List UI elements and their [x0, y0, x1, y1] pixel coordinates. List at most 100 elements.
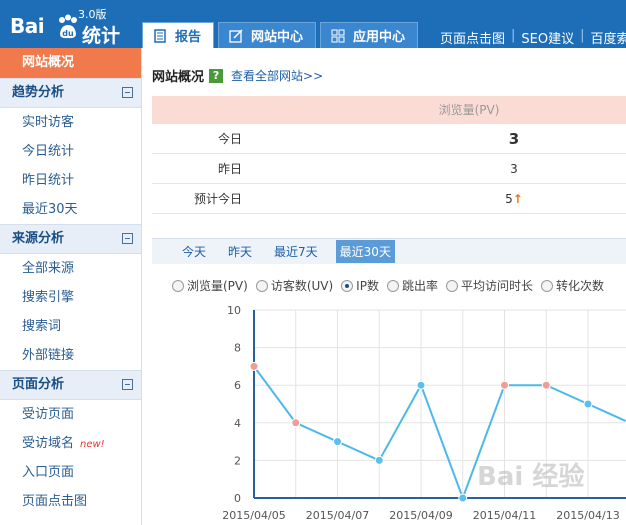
table-row: 昨日 3 — [152, 154, 626, 184]
radio-icon[interactable] — [172, 279, 184, 292]
metric-bounce[interactable]: 跳出率 — [386, 277, 438, 294]
sidebar-item-page-heatmap[interactable]: 页面点击图 — [0, 487, 141, 516]
collapse-icon[interactable] — [122, 87, 133, 98]
link-seo-advice[interactable]: SEO建议 — [521, 28, 574, 47]
report-icon — [154, 28, 166, 43]
new-badge: new! — [80, 439, 105, 450]
range-tab-yesterday[interactable]: 昨天 — [224, 240, 256, 263]
metric-label: 访客数(UV) — [270, 279, 334, 293]
sidebar-item-label: 受访域名 — [22, 436, 75, 451]
metric-avg-duration[interactable]: 平均访问时长 — [445, 277, 533, 294]
radio-icon[interactable] — [540, 279, 553, 292]
metric-uv[interactable]: 访客数(UV) — [255, 277, 334, 294]
metric-pv[interactable]: 浏览量(PV) — [172, 277, 248, 294]
data-point — [583, 399, 593, 409]
logo-version: 3.0版 — [78, 8, 107, 21]
sidebar-item-external-links[interactable]: 外部链接 — [0, 341, 141, 370]
row-value: 3 — [508, 129, 520, 148]
y-tick-label: 2 — [234, 454, 241, 467]
data-point — [458, 493, 468, 503]
range-tab-today[interactable]: 今天 — [178, 240, 210, 263]
range-tab-last7[interactable]: 最近7天 — [270, 240, 322, 263]
arrow-up-icon: ↑ — [512, 191, 523, 206]
x-tick-label: 2015/04/07 — [306, 509, 369, 522]
data-point — [333, 437, 342, 447]
sidebar-item-entry-pages[interactable]: 入口页面 — [0, 458, 141, 487]
range-tab-last30[interactable]: 最近30天 — [335, 240, 395, 263]
sidebar-group-trend[interactable]: 趋势分析 — [0, 78, 141, 108]
sidebar-group-title: 来源分析 — [12, 231, 65, 246]
metric-label: 平均访问时长 — [460, 279, 533, 293]
top-header: Bai du 3.0版 统计 报告 网站中心 应用中心 页面点击图 | SEO建… — [0, 0, 626, 48]
sidebar-item-search-terms[interactable]: 搜索词 — [0, 312, 141, 341]
metric-label: 浏览量(PV) — [187, 279, 248, 293]
link-page-heatmap[interactable]: 页面点击图 — [440, 28, 505, 47]
main-nav-tabs: 报告 网站中心 应用中心 — [142, 22, 422, 48]
metric-selector: 浏览量(PV) 访客数(UV) IP数 跳出率 平均访问时长 转化次数 — [172, 277, 612, 294]
logo-text: Bai — [10, 14, 45, 38]
tab-app-center[interactable]: 应用中心 — [320, 22, 419, 48]
x-tick-label: 2015/04/05 — [222, 509, 285, 522]
baidu-watermark: Bai 经验 — [477, 462, 585, 492]
x-tick-label: 2015/04/11 — [473, 509, 536, 522]
sidebar-item-today[interactable]: 今日统计 — [0, 137, 141, 166]
sidebar-item-all-sources[interactable]: 全部来源 — [0, 254, 141, 283]
sidebar-item-search-engines[interactable]: 搜索引擎 — [0, 283, 141, 312]
data-point — [416, 380, 426, 390]
sidebar: 网站概况 趋势分析 实时访客 今日统计 昨日统计 最近30天 来源分析 全部来源… — [0, 48, 142, 525]
metric-label: 跳出率 — [401, 279, 438, 293]
radio-icon[interactable] — [445, 279, 458, 292]
date-range-tabs: 今天 昨天 最近7天 最近30天 — [152, 238, 626, 264]
sidebar-item-visited-pages[interactable]: 受访页面 — [0, 400, 141, 429]
sidebar-group-source[interactable]: 来源分析 — [0, 224, 141, 254]
row-label: 预计今日 — [193, 192, 242, 206]
metric-ip[interactable]: IP数 — [341, 277, 379, 294]
table-row: 预计今日 5↑ — [152, 184, 626, 214]
metric-label: 转化次数 — [555, 279, 604, 293]
tab-site-center[interactable]: 网站中心 — [218, 22, 317, 48]
svg-text:du: du — [62, 29, 74, 38]
x-tick-label: 2015/04/13 — [556, 509, 619, 522]
row-value: 5 — [505, 191, 513, 206]
logo-sub: 统计 — [82, 25, 121, 47]
paw-icon: du — [59, 14, 77, 39]
edit-icon — [229, 28, 243, 43]
data-point — [500, 380, 509, 390]
main-content: 网站概况 ? 查看全部网站>> 浏览量(PV) 今日 3 昨日 3 预计今日 5… — [142, 48, 626, 525]
data-point — [291, 418, 301, 428]
sidebar-item-realtime[interactable]: 实时访客 — [0, 108, 141, 137]
data-point — [249, 361, 259, 371]
collapse-icon[interactable] — [122, 379, 133, 390]
y-tick-label: 8 — [234, 342, 241, 355]
stats-table: 浏览量(PV) 今日 3 昨日 3 预计今日 5↑ — [152, 96, 626, 214]
view-all-sites-link[interactable]: 查看全部网站>> — [231, 67, 323, 84]
y-tick-label: 0 — [234, 492, 241, 505]
tab-report[interactable]: 报告 — [142, 22, 215, 48]
radio-icon[interactable] — [341, 279, 354, 292]
row-value-cell: 5↑ — [242, 192, 626, 206]
link-baidu-index[interactable]: 百度索引 — [591, 28, 626, 47]
help-icon[interactable]: ? — [209, 68, 224, 83]
radio-icon[interactable] — [255, 279, 268, 292]
grid-icon — [331, 29, 345, 42]
sidebar-item-overview[interactable]: 网站概况 — [0, 48, 141, 78]
sidebar-item-yesterday[interactable]: 昨日统计 — [0, 166, 141, 195]
sidebar-group-title: 页面分析 — [12, 377, 65, 392]
header-links: 页面点击图 | SEO建议 | 百度索引 — [440, 28, 626, 47]
sidebar-group-title: 趋势分析 — [12, 85, 65, 100]
baidu-tongji-logo[interactable]: Bai du 3.0版 统计 — [10, 6, 140, 47]
collapse-icon[interactable] — [122, 233, 133, 244]
data-point — [541, 380, 551, 390]
table-row: 今日 3 — [152, 124, 626, 154]
stats-header: 浏览量(PV) — [152, 96, 626, 124]
page-title: 网站概况 — [152, 70, 205, 85]
sidebar-item-last30[interactable]: 最近30天 — [0, 195, 141, 224]
metric-conversions[interactable]: 转化次数 — [540, 277, 604, 294]
sidebar-item-visited-domains[interactable]: 受访域名 new! — [0, 429, 141, 458]
y-tick-label: 10 — [227, 304, 241, 317]
sidebar-group-page[interactable]: 页面分析 — [0, 370, 141, 400]
row-value: 3 — [510, 161, 518, 176]
tab-app-center-label: 应用中心 — [353, 30, 406, 45]
data-point — [374, 455, 384, 465]
radio-icon[interactable] — [386, 279, 399, 292]
